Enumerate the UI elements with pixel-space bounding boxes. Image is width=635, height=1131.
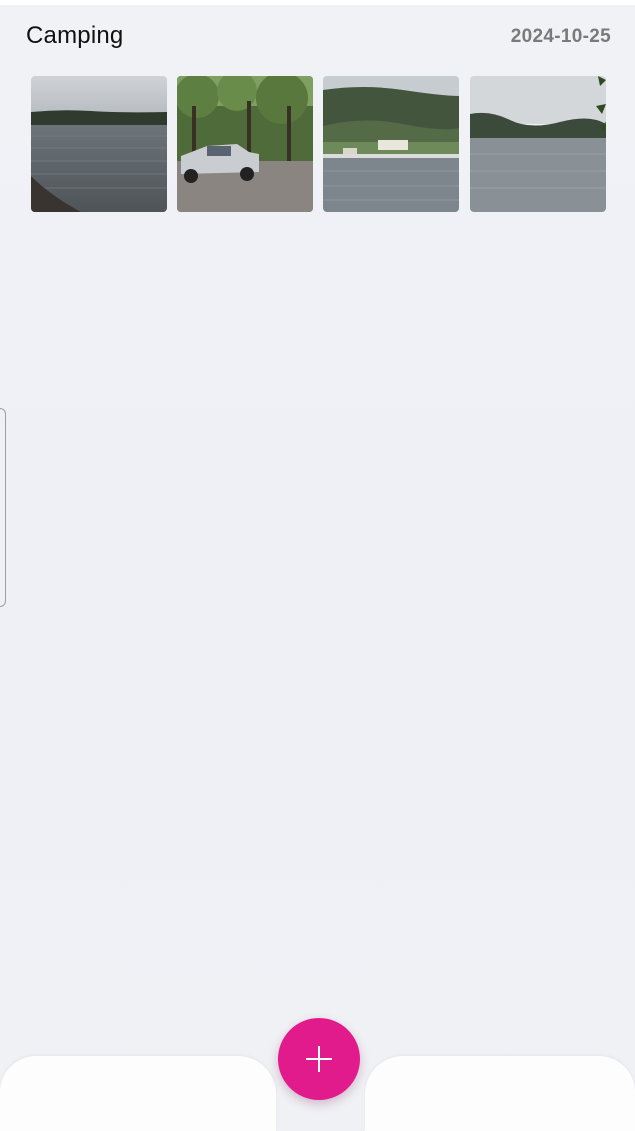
photo-thumbnail-marina-mountain[interactable] — [323, 76, 459, 212]
photo-thumbnail-lake-shore[interactable] — [31, 76, 167, 212]
marina-mountain-photo — [323, 76, 459, 212]
status-bar-area — [0, 0, 635, 5]
album-header: Camping 2024-10-25 — [0, 22, 635, 56]
plus-icon — [306, 1046, 332, 1072]
album-title[interactable]: Camping — [26, 22, 123, 50]
album-date: 2024-10-25 — [510, 26, 611, 47]
add-button[interactable] — [278, 1018, 360, 1100]
photo-thumbnail-lake-mist[interactable] — [470, 76, 606, 212]
lake-shore-photo — [31, 76, 167, 212]
bottom-bar-right — [365, 1056, 635, 1131]
truck-campsite-photo — [177, 76, 313, 212]
photo-strip — [31, 76, 607, 212]
photo-thumbnail-truck-campsite[interactable] — [177, 76, 313, 212]
lake-mist-photo — [470, 76, 606, 212]
side-drawer-handle[interactable] — [0, 408, 6, 607]
bottom-bar-left — [0, 1056, 276, 1131]
